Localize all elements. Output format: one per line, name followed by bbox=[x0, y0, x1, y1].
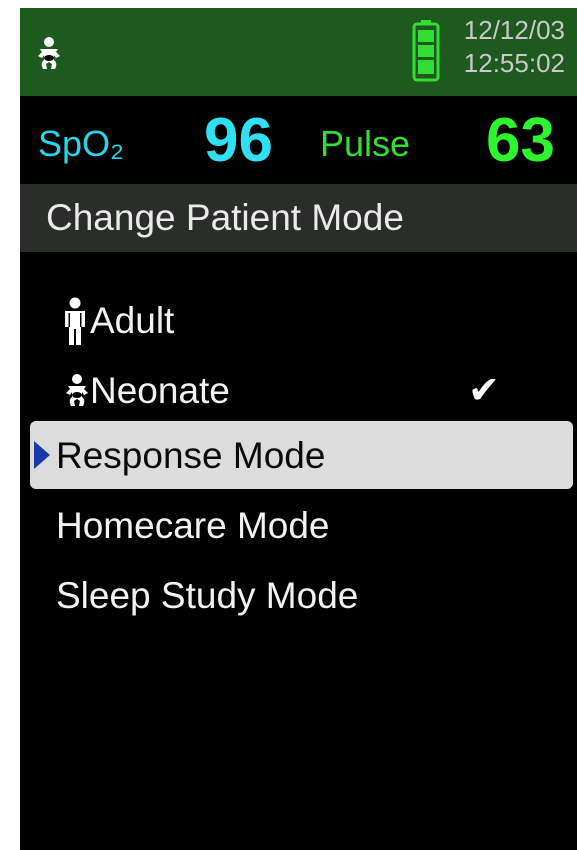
menu-item-response-mode[interactable]: Response Mode bbox=[20, 421, 577, 491]
menu-item-label: Sleep Study Mode bbox=[56, 575, 359, 616]
adult-icon bbox=[65, 297, 85, 345]
battery-full-icon bbox=[412, 20, 440, 82]
monitor-screen: 12/12/03 12:55:02 SpO₂ 96 Pulse 63 Chang… bbox=[20, 8, 577, 850]
time-text: 12:55:02 bbox=[463, 48, 565, 78]
spo2-value: 96 bbox=[204, 106, 273, 175]
menu-title: Change Patient Mode bbox=[46, 197, 404, 238]
checkmark-icon: ✔ bbox=[468, 370, 500, 412]
spo2-label: SpO₂ bbox=[38, 123, 125, 164]
menu-item-label: Response Mode bbox=[56, 435, 326, 476]
pulse-value: 63 bbox=[486, 106, 555, 175]
menu-item-sleep-study-mode[interactable]: Sleep Study Mode bbox=[20, 561, 577, 631]
menu-item-label: Neonate bbox=[90, 370, 230, 411]
menu-title-bar: Change Patient Mode bbox=[20, 184, 577, 252]
menu-item-adult[interactable]: Adult bbox=[20, 286, 577, 356]
menu-item-label: Homecare Mode bbox=[56, 505, 330, 546]
menu-item-label: Adult bbox=[90, 300, 175, 341]
selection-pointer-icon bbox=[34, 441, 50, 469]
date-time-display: 12/12/03 12:55:02 bbox=[464, 14, 565, 80]
menu-item-homecare-mode[interactable]: Homecare Mode bbox=[20, 491, 577, 561]
date-text: 12/12/03 bbox=[463, 15, 565, 45]
neonate-icon bbox=[38, 37, 60, 69]
vitals-row: SpO₂ 96 Pulse 63 bbox=[20, 96, 577, 184]
status-header: 12/12/03 12:55:02 bbox=[20, 8, 577, 96]
pulse-label: Pulse bbox=[320, 123, 411, 164]
menu-item-neonate[interactable]: Neonate ✔ bbox=[20, 356, 577, 426]
neonate-icon bbox=[66, 374, 88, 406]
